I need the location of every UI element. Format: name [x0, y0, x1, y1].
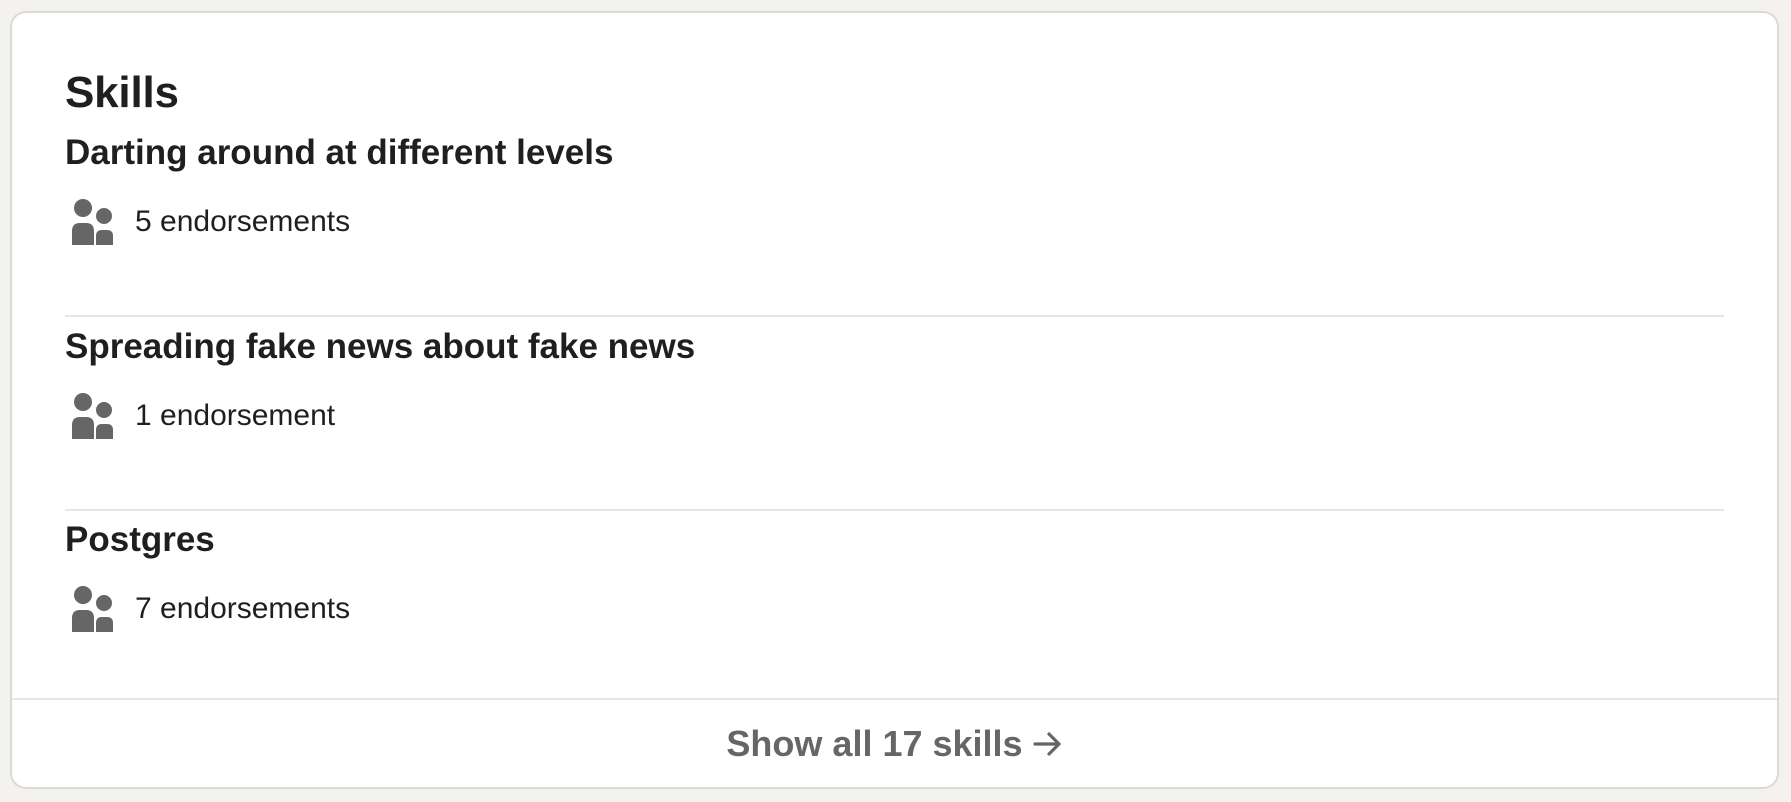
skills-card: Skills Darting around at different level…	[10, 11, 1779, 789]
people-icon	[72, 393, 113, 439]
skill-name[interactable]: Spreading fake news about fake news	[65, 329, 695, 364]
divider	[65, 509, 1724, 511]
endorsement-count: 7 endorsements	[135, 592, 351, 625]
show-all-skills-button[interactable]: Show all 17 skills	[12, 698, 1777, 787]
people-icon	[72, 199, 113, 245]
skill-name[interactable]: Postgres	[65, 522, 215, 557]
skill-endorsements[interactable]: 1 endorsement	[65, 393, 335, 439]
people-icon	[72, 586, 113, 632]
skill-name[interactable]: Darting around at different levels	[65, 135, 613, 170]
endorsement-count: 1 endorsement	[135, 399, 336, 432]
endorsement-count: 5 endorsements	[135, 205, 351, 238]
skill-item[interactable]: Postgres 7 endorsements	[65, 522, 1724, 716]
divider	[65, 315, 1724, 317]
section-title: Skills	[65, 68, 179, 117]
skill-item[interactable]: Darting around at different levels 5 end…	[65, 135, 1724, 329]
show-all-skills-label: Show all 17 skills	[726, 722, 1023, 764]
skill-endorsements[interactable]: 5 endorsements	[65, 199, 350, 245]
skill-endorsements[interactable]: 7 endorsements	[65, 586, 350, 632]
skill-item[interactable]: Spreading fake news about fake news 1 en…	[65, 329, 1724, 523]
arrow-right-icon	[1032, 731, 1061, 756]
